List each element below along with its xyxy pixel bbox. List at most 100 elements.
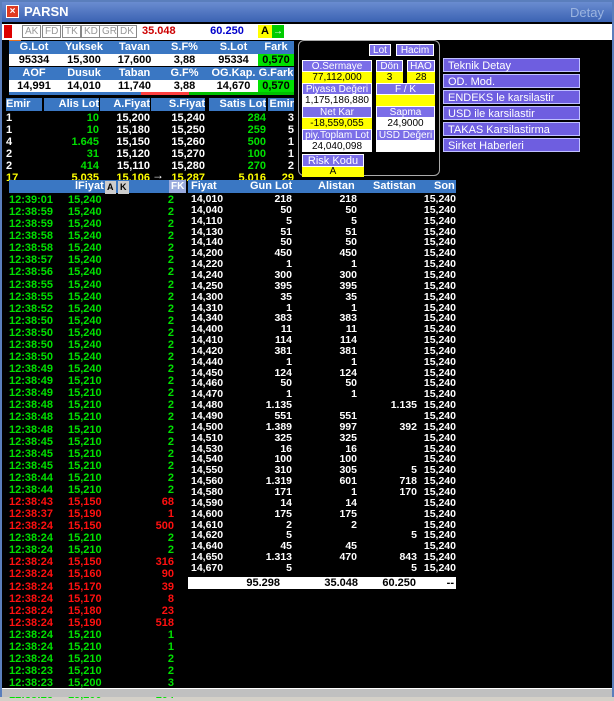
blue-value: 60.250 [210, 25, 244, 37]
lot-button[interactable]: Lot [369, 44, 391, 56]
trade-time: 12:38:48 [9, 399, 54, 412]
menu-item[interactable]: OD. Mod. [443, 74, 580, 88]
trade-lot: 316 [155, 556, 174, 569]
trade-lot: 2 [167, 290, 174, 303]
depth-cell: 2 [6, 160, 13, 172]
level-cell: 5 [286, 561, 292, 574]
trade-time: 12:38:55 [9, 290, 54, 303]
risk-value: A [302, 167, 364, 177]
level-cell: 50 [280, 203, 292, 216]
trade-price: 15,210 [68, 483, 102, 496]
trade-lot: 2 [167, 302, 174, 315]
depth-cell: 2 [6, 148, 13, 160]
trade-price: 15,240 [68, 278, 102, 291]
level-cell: 50 [345, 203, 357, 216]
trade-time: 12:38:58 [9, 242, 54, 255]
son-header[interactable]: Son [434, 180, 455, 193]
trades-header: lFiyat A K FK [9, 180, 187, 194]
gunlot-header[interactable]: Gun Lot [250, 180, 292, 193]
depth-cell: 10 [86, 124, 99, 136]
trade-lot: 2 [167, 532, 174, 545]
menu-item[interactable]: TAKAS Karsilastirma [443, 122, 580, 136]
trade-price: 15,240 [68, 266, 102, 279]
menu-item[interactable]: USD ile karsilastir [443, 106, 580, 120]
summary-value-2: 14,670 [209, 80, 258, 92]
trade-price: 15,210 [68, 532, 102, 545]
trade-time: 12:38:24 [9, 604, 54, 617]
level-cell: 381 [339, 344, 357, 357]
trade-time: 12:38:44 [9, 483, 54, 496]
summary-header-1: S.Lot [209, 41, 258, 54]
depth-cell: 5 [287, 124, 294, 136]
tab-fd[interactable]: FD [42, 25, 62, 38]
depth-header: Alis Lot [44, 98, 99, 111]
close-small-icon[interactable] [4, 25, 12, 38]
trade-price: 15,240 [68, 338, 102, 351]
trade-lot: 2 [167, 278, 174, 291]
level-cell: 450 [274, 247, 292, 260]
trade-time: 12:38:24 [9, 653, 54, 666]
toolbar: AK FD TK KD GR DK 35.048 60.250 A → [2, 24, 612, 40]
summary-header-2: G.Fark [258, 67, 294, 80]
tab-kd[interactable]: KD [81, 25, 101, 38]
trade-lot: 39 [161, 580, 174, 593]
status-bar [2, 688, 612, 697]
menu-item[interactable]: Teknik Detay [443, 58, 580, 72]
tab-ak[interactable]: AK [22, 25, 42, 38]
arrow-right-icon[interactable]: → [272, 25, 284, 38]
trade-lot: 1 [167, 508, 174, 521]
trade-price: 15,210 [68, 653, 102, 666]
trade-time: 12:39:01 [9, 194, 54, 206]
trade-price: 15,210 [68, 387, 102, 400]
trade-lot: 68 [161, 496, 174, 508]
depth-header: Satis Lot [209, 98, 266, 111]
trade-time: 12:38:24 [9, 556, 54, 569]
trade-lot: 2 [167, 326, 174, 339]
trade-time: 12:38:50 [9, 338, 54, 351]
trade-lot: 2 [167, 447, 174, 460]
trade-price: 15,240 [68, 254, 102, 267]
trade-price: 15,210 [68, 640, 102, 653]
fk-toggle[interactable]: FK [169, 180, 187, 193]
close-icon[interactable]: × [6, 5, 19, 18]
trade-time: 12:38:49 [9, 387, 54, 400]
satistan-header[interactable]: Satistan [373, 180, 416, 193]
level-cell: 175 [274, 507, 292, 520]
level-cell: 392 [399, 420, 417, 433]
trade-price: 15,240 [68, 326, 102, 339]
hacim-button[interactable]: Hacim [396, 44, 434, 56]
trade-time: 12:38:45 [9, 447, 54, 460]
trade-price: 15,190 [68, 616, 102, 629]
piytop-value: 24,040,098 [302, 141, 372, 152]
tab-tk[interactable]: TK [62, 25, 81, 38]
trade-price: 15,210 [68, 423, 102, 436]
level-cell: 175 [339, 507, 357, 520]
fiyat-header[interactable]: Fiyat [191, 180, 217, 193]
menu-item[interactable]: Sirket Haberleri [443, 138, 580, 152]
piyasa-label: Piyasa Değeri [302, 83, 372, 95]
level-cell: 1.313 [265, 551, 292, 564]
trade-price: 15,210 [68, 447, 102, 460]
trade-lot: 2 [167, 230, 174, 243]
divider [9, 92, 141, 95]
trade-price: 15,210 [68, 435, 102, 448]
k-toggle[interactable]: K [118, 181, 129, 194]
a-button[interactable]: A [258, 25, 272, 38]
trade-price: 15,210 [68, 375, 102, 388]
depth-cell: 10 [86, 112, 99, 124]
a-toggle[interactable]: A [105, 181, 116, 194]
depth-cell: 15,270 [171, 148, 205, 160]
title-bar[interactable]: × PARSN Detay [2, 2, 612, 22]
alistan-header[interactable]: Alistan [318, 180, 355, 193]
menu-item[interactable]: ENDEKS le karsilastir [443, 90, 580, 104]
piyasa-value: 1,175,186,880 [302, 95, 372, 106]
depth-cell: 4 [6, 136, 13, 148]
trade-lot: 1 [167, 640, 174, 653]
trade-price: 15,240 [68, 290, 102, 303]
level-cell: 2 [351, 518, 357, 531]
usd-value [376, 141, 435, 152]
detay-label[interactable]: Detay [570, 5, 604, 20]
trade-lot: 500 [155, 520, 174, 533]
level-cell: 50 [345, 377, 357, 390]
tab-dk[interactable]: DK [117, 25, 137, 38]
